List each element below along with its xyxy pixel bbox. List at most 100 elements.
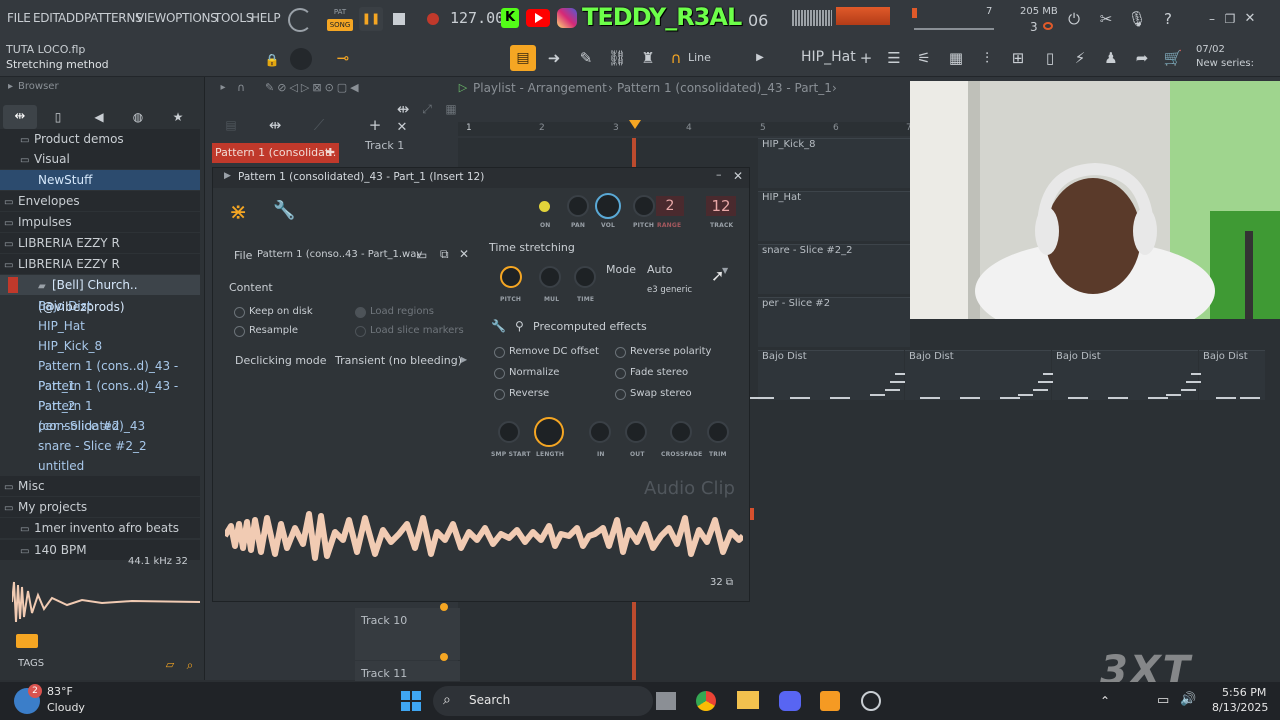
- tools-icon[interactable]: ✂: [1096, 9, 1116, 29]
- waveform-tab-icon[interactable]: ⋇: [229, 200, 247, 225]
- volume-knob[interactable]: [595, 193, 621, 219]
- file-icon[interactable]: ▯: [48, 107, 68, 127]
- sample-start-knob[interactable]: [498, 421, 520, 443]
- remove-track-icon[interactable]: ✕: [392, 118, 412, 138]
- playlist-grid-icon[interactable]: ▤: [221, 115, 241, 135]
- clip-snare[interactable]: snare - Slice #2_2: [758, 244, 910, 294]
- plugin-db-icon[interactable]: ◍: [128, 107, 148, 127]
- on-led[interactable]: [539, 201, 550, 212]
- track-1-label[interactable]: Track 1: [365, 139, 465, 157]
- track-11-header[interactable]: Track 11: [355, 661, 460, 681]
- help-icon[interactable]: ?: [1158, 9, 1178, 29]
- out-knob[interactable]: [625, 421, 647, 443]
- master-pitch-knob[interactable]: [290, 48, 312, 70]
- chrome-icon[interactable]: [696, 691, 716, 711]
- add-track-icon[interactable]: +: [365, 115, 385, 135]
- link-icon[interactable]: ⛓: [607, 48, 627, 68]
- faders-icon[interactable]: ⫶: [977, 48, 997, 68]
- clip-waveform[interactable]: [225, 506, 743, 566]
- menu-view[interactable]: VIEW: [136, 11, 166, 25]
- task-view-icon[interactable]: [656, 692, 676, 710]
- folder-tag-icon[interactable]: ▱: [160, 655, 180, 675]
- browser-item[interactable]: ▭ Misc: [0, 476, 200, 496]
- line-arrow-icon[interactable]: ⊸: [333, 48, 353, 68]
- menu-help[interactable]: HELP: [251, 11, 281, 25]
- browser-item[interactable]: ▭ Visual: [0, 149, 200, 169]
- playlist-cursor-icon[interactable]: ⇹: [265, 115, 285, 135]
- mixer-track-value[interactable]: 12: [706, 196, 736, 216]
- playhead-marker-icon[interactable]: [629, 120, 641, 129]
- clip-end-marker[interactable]: [750, 508, 754, 520]
- playlist-view-button[interactable]: ▤: [510, 45, 536, 71]
- pitch-knob[interactable]: [633, 195, 655, 217]
- keep-on-disk-radio[interactable]: [234, 307, 245, 318]
- pattern-selector[interactable]: HIP_Hat: [801, 49, 856, 65]
- playlist-piano-icon[interactable]: ▦: [441, 99, 461, 119]
- menu-file[interactable]: FILE: [7, 11, 31, 25]
- load-slice-markers-radio[interactable]: [355, 326, 366, 337]
- browser-item[interactable]: ▭ 1mer invento afro beats: [0, 518, 200, 538]
- playlist-multi-icon[interactable]: ⇹: [393, 99, 413, 119]
- precomputed-bulb-icon[interactable]: ⚲: [515, 319, 524, 333]
- playlist-collapse-icon[interactable]: ▸: [213, 78, 233, 98]
- mixer-icon[interactable]: ☰: [884, 48, 904, 68]
- volume-icon[interactable]: 🔊: [1180, 692, 1196, 707]
- browser-item[interactable]: ▭ Product demos: [0, 129, 200, 149]
- load-regions-radio[interactable]: [355, 307, 366, 318]
- ts-pitch-knob[interactable]: [500, 266, 522, 288]
- clock-time[interactable]: 5:56 PM: [1222, 686, 1266, 699]
- in-knob[interactable]: [589, 421, 611, 443]
- clipwin-arrow-icon[interactable]: ▶: [224, 171, 231, 181]
- playlist-tools[interactable]: ✎⊘◁▷⊠⊙▢◀: [265, 81, 445, 95]
- pat-mode-label[interactable]: PAT: [327, 8, 353, 18]
- reverse-polarity-radio[interactable]: [615, 347, 626, 358]
- time-dial-icon[interactable]: [288, 8, 312, 32]
- ts-mul-knob[interactable]: [539, 266, 561, 288]
- declicking-arrow-icon[interactable]: ▶: [461, 355, 467, 364]
- trim-knob[interactable]: [707, 421, 729, 443]
- track-10-mute-led[interactable]: [440, 603, 448, 611]
- timeline-ruler[interactable]: 1 2 3 4 5 6 7: [458, 120, 912, 136]
- record-icon[interactable]: [427, 13, 439, 25]
- magnet-icon[interactable]: ∩: [666, 48, 686, 68]
- browser-item[interactable]: NewStuff: [0, 170, 200, 190]
- piano-roll-icon[interactable]: ▦: [946, 48, 966, 68]
- ts-time-knob[interactable]: [574, 266, 596, 288]
- clip-hip-kick[interactable]: HIP_Kick_8: [758, 138, 910, 188]
- wrench-tab-icon[interactable]: 🔧: [273, 200, 295, 221]
- clipwin-close-icon[interactable]: ✕: [733, 169, 743, 183]
- maximize-icon[interactable]: ❐: [1220, 9, 1240, 29]
- play-small-icon[interactable]: ▶: [750, 48, 770, 68]
- fl-studio-icon[interactable]: [820, 691, 840, 711]
- normalize-radio[interactable]: [494, 368, 505, 379]
- menu-tools[interactable]: TOOLS: [214, 11, 253, 25]
- lock-icon[interactable]: 🔒: [262, 50, 282, 70]
- magnet-small-icon[interactable]: ∩: [231, 78, 251, 98]
- menu-patterns[interactable]: PATTERNS: [84, 11, 143, 25]
- network-icon[interactable]: ▭: [1157, 693, 1169, 708]
- fade-stereo-radio[interactable]: [615, 368, 626, 379]
- reverse-radio[interactable]: [494, 389, 505, 400]
- taskbar-search[interactable]: ⌕ Search: [433, 686, 653, 716]
- clock-date[interactable]: 8/13/2025: [1212, 701, 1268, 714]
- browser-item[interactable]: Pattern 1 (cons..d)_43 - Part_2: [0, 376, 200, 413]
- pan-knob[interactable]: [567, 195, 589, 217]
- open-folder-icon[interactable]: ▭: [416, 248, 427, 262]
- pencil-icon[interactable]: ✎: [576, 48, 596, 68]
- obs-icon[interactable]: [861, 691, 881, 711]
- news-title[interactable]: New series:: [1196, 58, 1254, 69]
- browser-item[interactable]: ▭ Envelopes: [0, 191, 200, 211]
- menu-add[interactable]: ADD: [58, 11, 84, 25]
- menu-edit[interactable]: EDIT: [33, 11, 60, 25]
- browser-item[interactable]: ▭ LIBRERIA EZZY R: [0, 254, 200, 274]
- plugin-icon[interactable]: ⚡: [1070, 48, 1090, 68]
- browser-item[interactable]: Bajo Dist: [0, 296, 200, 316]
- minimize-icon[interactable]: –: [1202, 9, 1222, 29]
- weather-desc[interactable]: Cloudy: [47, 701, 85, 714]
- declicking-value[interactable]: Transient (no bleeding): [335, 354, 462, 367]
- crossfade-knob[interactable]: [670, 421, 692, 443]
- browser-item[interactable]: HIP_Hat: [0, 316, 200, 336]
- close-icon[interactable]: ✕: [1240, 9, 1260, 29]
- track-11-mute-led[interactable]: [440, 653, 448, 661]
- playlist-slice-icon[interactable]: ⟋: [309, 115, 329, 135]
